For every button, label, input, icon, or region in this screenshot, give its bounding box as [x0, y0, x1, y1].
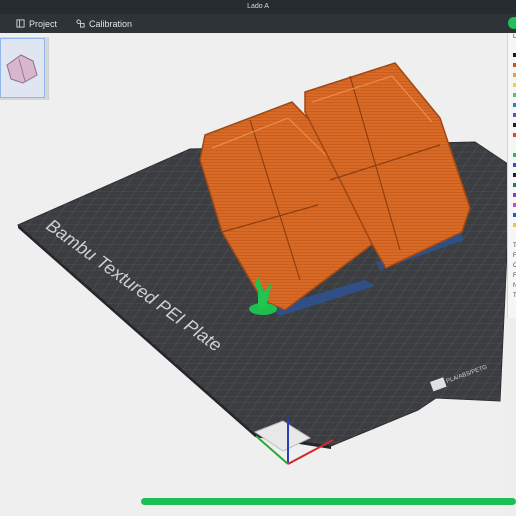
plate-thumbnail-panel[interactable] [0, 37, 49, 100]
right-filament-panel: L T F C F N T [507, 33, 516, 318]
scene-canvas[interactable]: Bambu Textured PEI Plate PLA/ABS/PETG [0, 0, 516, 516]
thumbnail-model-icon [6, 54, 38, 84]
plate-thumbnail[interactable] [0, 38, 45, 98]
slice-progress-bar [141, 498, 516, 505]
